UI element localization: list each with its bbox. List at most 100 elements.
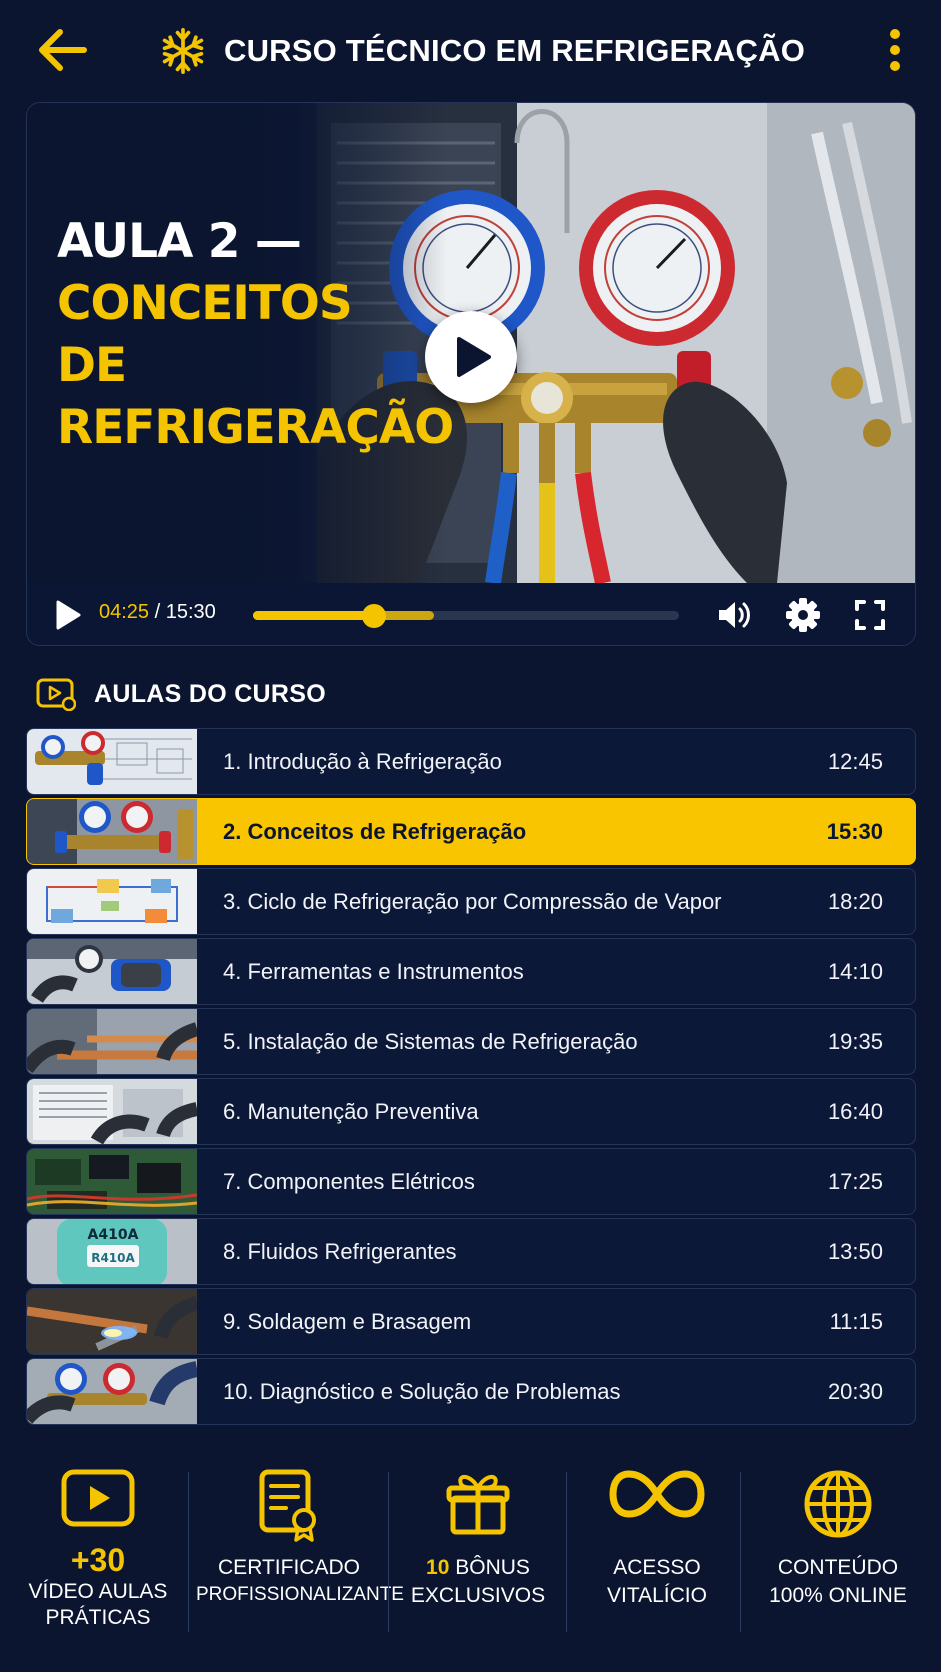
lesson-thumbnail [27, 1009, 197, 1074]
lesson-title: 9. Soldagem e Brasagem [223, 1309, 472, 1334]
feature-videos-line2: PRÁTICAS [45, 1606, 151, 1629]
lesson-duration: 14:10 [827, 959, 883, 984]
feature-online-line2: 100% ONLINE [769, 1584, 907, 1607]
volume-icon [719, 602, 750, 628]
lesson-duration: 16:40 [827, 1099, 883, 1124]
feature-divider [388, 1472, 389, 1632]
back-button[interactable] [36, 26, 92, 74]
lesson-item-2-active[interactable]: 2. Conceitos de Refrigeração 15:30 [26, 798, 916, 865]
section-title: AULAS DO CURSO [94, 679, 326, 708]
lesson-title: 8. Fluidos Refrigerantes [223, 1239, 457, 1264]
feature-online: CONTEÚDO 100% ONLINE [748, 1456, 928, 1656]
video-overlay-line2: CONCEITOS DE REFRIGERAÇÃO [57, 276, 454, 455]
lesson-title: 4. Ferramentas e Instrumentos [223, 959, 524, 984]
time-separator: / [154, 601, 161, 623]
lesson-thumbnail [27, 1149, 197, 1214]
lesson-thumbnail [27, 799, 197, 864]
video-play-icon [61, 1469, 135, 1527]
play-icon [56, 600, 81, 630]
feature-divider [740, 1472, 741, 1632]
feature-videos-number: +30 [70, 1542, 126, 1578]
feature-videos: +30 VÍDEO AULAS PRÁTICAS [14, 1456, 182, 1656]
feature-bonus-word: BÔNUS [455, 1556, 530, 1579]
lesson-duration: 11:15 [829, 1309, 883, 1334]
fullscreen-button[interactable] [853, 597, 887, 633]
lesson-title: 2. Conceitos de Refrigeração [223, 819, 527, 844]
video-player[interactable]: AULA 2 — CONCEITOS DE REFRIGERAÇÃO 04:25… [26, 102, 916, 646]
big-play-button[interactable] [425, 311, 517, 403]
fullscreen-icon [855, 600, 885, 630]
feature-certificate: CERTIFICADO PROFISSIONALIZANTE [196, 1456, 404, 1656]
lesson-title: 10. Diagnóstico e Solução de Problemas [223, 1379, 621, 1404]
lesson-thumbnail: A410A R410A [27, 1219, 197, 1284]
lesson-item-5[interactable]: 5. Instalação de Sistemas de Refrigeraçã… [26, 1008, 916, 1075]
certificate-icon [259, 1469, 316, 1542]
feature-access: ACESSO VITALÍCIO [574, 1456, 740, 1656]
lesson-thumbnail [27, 1359, 197, 1424]
gear-icon [786, 598, 820, 632]
feature-divider [566, 1472, 567, 1632]
total-time: 15:30 [165, 601, 216, 623]
lesson-duration: 18:20 [827, 889, 883, 914]
snowflake-icon [162, 28, 204, 74]
lesson-duration: 15:30 [826, 819, 883, 844]
feature-certificate-line2: PROFISSIONALIZANTE [196, 1584, 404, 1605]
video-frame[interactable]: AULA 2 — CONCEITOS DE REFRIGERAÇÃO [27, 103, 915, 583]
play-icon [457, 337, 491, 377]
video-list-icon [36, 678, 76, 711]
play-button[interactable] [53, 599, 83, 631]
lesson-duration: 19:35 [827, 1029, 883, 1054]
feature-access-line2: VITALÍCIO [607, 1584, 707, 1607]
feature-bonus-line1: 10 BÔNUS [396, 1556, 560, 1580]
feature-access-line1: ACESSO [613, 1556, 701, 1579]
progress-handle[interactable] [362, 604, 386, 628]
lessons-section-header: AULAS DO CURSO [36, 674, 326, 714]
volume-button[interactable] [715, 597, 755, 633]
lesson-title: 7. Componentes Elétricos [223, 1169, 475, 1194]
lesson-duration: 13:50 [827, 1239, 883, 1264]
lesson-item-3[interactable]: 3. Ciclo de Refrigeração por Compressão … [26, 868, 916, 935]
lesson-title: 1. Introdução à Refrigeração [223, 749, 502, 774]
lesson-item-10[interactable]: 10. Diagnóstico e Solução de Problemas 2… [26, 1358, 916, 1425]
gift-icon [446, 1475, 510, 1535]
lesson-thumbnail [27, 939, 197, 1004]
back-arrow-icon [39, 29, 87, 71]
lesson-thumbnail [27, 1079, 197, 1144]
lesson-thumbnail [27, 729, 197, 794]
feature-videos-line1: VÍDEO AULAS [28, 1580, 168, 1603]
app-header: CURSO TÉCNICO EM REFRIGERAÇÃO [0, 0, 941, 100]
lesson-duration: 17:25 [827, 1169, 883, 1194]
feature-divider [188, 1472, 189, 1632]
time-display: 04:25 / 15:30 [99, 601, 216, 624]
page-title: CURSO TÉCNICO EM REFRIGERAÇÃO [224, 33, 806, 68]
lesson-thumbnail [27, 869, 197, 934]
infinity-icon [609, 1470, 705, 1518]
lesson-item-9[interactable]: 9. Soldagem e Brasagem 11:15 [26, 1288, 916, 1355]
can-label-text: R410A [91, 1251, 135, 1265]
globe-icon [804, 1470, 872, 1538]
lesson-title: 6. Manutenção Preventiva [223, 1099, 479, 1124]
lesson-thumbnail [27, 1289, 197, 1354]
lesson-title: 5. Instalação de Sistemas de Refrigeraçã… [223, 1029, 638, 1054]
lesson-item-4[interactable]: 4. Ferramentas e Instrumentos 14:10 [26, 938, 916, 1005]
lesson-item-1[interactable]: 1. Introdução à Refrigeração 12:45 [26, 728, 916, 795]
lesson-duration: 20:30 [827, 1379, 883, 1404]
lesson-list: 1. Introdução à Refrigeração 12:45 2. Co… [26, 728, 916, 1428]
feature-online-line1: CONTEÚDO [777, 1556, 899, 1579]
lesson-item-6[interactable]: 6. Manutenção Preventiva 16:40 [26, 1078, 916, 1145]
course-features: +30 VÍDEO AULAS PRÁTICAS CERTIFICADO PRO… [0, 1456, 941, 1656]
feature-certificate-line1: CERTIFICADO [218, 1556, 360, 1579]
header-title-group: CURSO TÉCNICO EM REFRIGERAÇÃO [160, 24, 805, 78]
feature-bonus: 10 BÔNUS EXCLUSIVOS [396, 1456, 560, 1656]
more-vertical-icon [890, 29, 900, 71]
player-controls: 04:25 / 15:30 [27, 583, 915, 645]
lesson-title: 3. Ciclo de Refrigeração por Compressão … [223, 889, 722, 914]
progress-bar[interactable] [253, 604, 679, 628]
video-overlay-line1: AULA 2 — [57, 214, 302, 269]
video-title-overlay: AULA 2 — CONCEITOS DE REFRIGERAÇÃO [57, 211, 454, 459]
more-options-button[interactable] [883, 26, 907, 76]
lesson-item-7[interactable]: 7. Componentes Elétricos 17:25 [26, 1148, 916, 1215]
current-time: 04:25 [99, 601, 150, 623]
settings-button[interactable] [785, 597, 821, 633]
lesson-item-8[interactable]: A410A R410A 8. Fluidos Refrigerantes 13:… [26, 1218, 916, 1285]
